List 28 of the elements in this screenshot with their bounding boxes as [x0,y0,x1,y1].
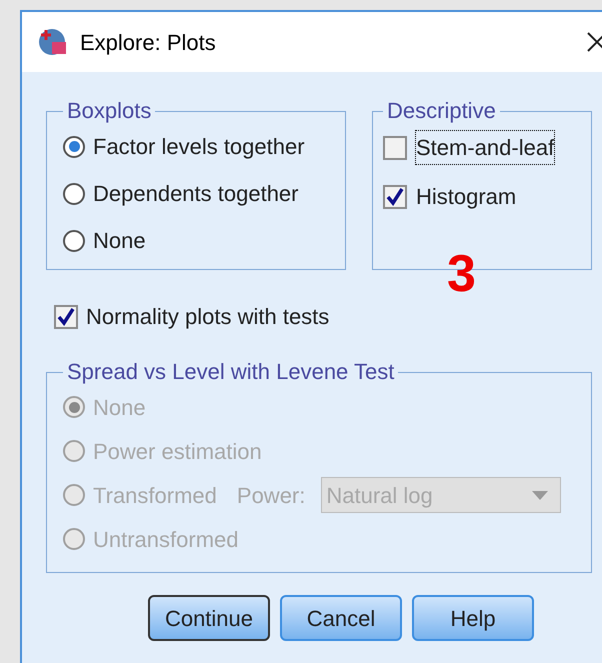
option-label: Transformed [93,482,217,510]
option-label: Power estimation [93,438,262,466]
dialog-button[interactable]: Cancel [280,595,402,641]
window-title: Explore: Plots [80,28,216,57]
radio-button[interactable] [63,182,85,204]
power-label: Power: [236,482,306,510]
option-label: Stem-and-leaf [415,130,556,165]
radio-button[interactable] [63,230,85,252]
option-label: None [93,394,146,422]
option-label: None [93,227,146,255]
radio-button[interactable] [63,136,85,158]
group-title: Boxplots [66,100,152,122]
app-icon [38,27,68,57]
option-label: Factor levels together [93,133,305,161]
option-label: Untransformed [93,526,239,554]
group-title: Spread vs Level with Levene Test [66,361,396,383]
close-icon[interactable] [586,31,602,53]
checkbox[interactable] [383,184,407,208]
dialog-button[interactable]: Help [412,595,534,641]
annotation-number: 3 [447,248,476,300]
group-title: Descriptive [386,100,497,122]
option-label: Histogram [415,183,518,211]
checkbox[interactable] [383,136,407,160]
dropdown-arrow-icon [532,490,548,500]
option-label: Dependents together [93,180,298,208]
option-label: Normality plots with tests [86,303,330,331]
dialog-button[interactable]: Continue [148,595,270,641]
checkbox[interactable] [54,304,78,328]
